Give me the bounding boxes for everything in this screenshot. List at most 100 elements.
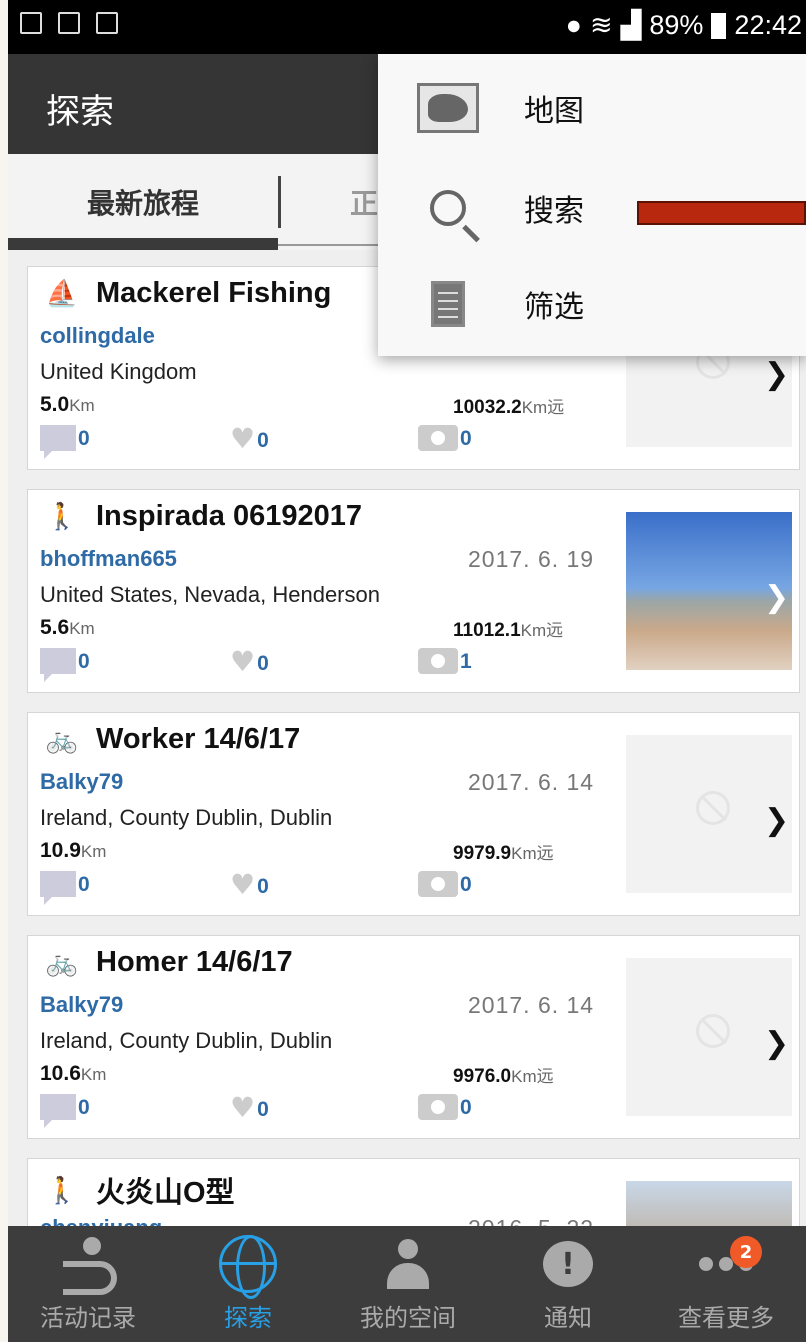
trip-title: Mackerel Fishing	[96, 277, 332, 309]
nav-activity-log[interactable]: 活动记录	[8, 1226, 168, 1342]
search-icon	[430, 190, 466, 226]
fishing-icon: ⛵	[45, 278, 79, 308]
trip-date: 2017. 6. 19	[468, 546, 595, 572]
status-bar: ● ≋ ▟ 89% 22:42	[8, 0, 806, 54]
menu-item-filter[interactable]: 筛选	[378, 254, 806, 354]
trip-location: United Kingdom	[40, 359, 197, 384]
trip-location: Ireland, County Dublin, Dublin	[40, 1028, 333, 1053]
trip-away-distance: 10032.2Km远	[453, 397, 565, 418]
comment-icon	[40, 1094, 76, 1128]
trip-away-distance: 11012.1Km远	[453, 620, 564, 641]
photo-count[interactable]: 0	[418, 871, 472, 897]
menu-item-label: 搜索	[524, 194, 584, 229]
nav-label: 通知	[544, 1304, 592, 1332]
heart-icon: ♥	[230, 645, 256, 678]
chevron-right-icon[interactable]: ❯	[764, 1026, 789, 1061]
comment-icon	[40, 425, 76, 459]
person-icon	[387, 1239, 429, 1289]
like-count[interactable]: ♥ 0	[230, 648, 269, 676]
menu-item-map[interactable]: 地图	[378, 58, 806, 158]
trip-title: 火炎山O型	[96, 1177, 235, 1209]
gallery-notification-icon	[20, 12, 42, 34]
trip-user[interactable]: chenyiuang	[40, 1215, 162, 1226]
trip-user[interactable]: Balky79	[40, 769, 123, 795]
route-icon	[63, 1237, 117, 1295]
nav-more[interactable]: 查看更多	[646, 1226, 806, 1342]
chevron-right-icon[interactable]: ❯	[764, 357, 789, 392]
trip-card[interactable]: 🚶 火炎山O型 chenyiuang 2016. 5. 22	[27, 1158, 800, 1226]
like-count[interactable]: ♥ 0	[230, 871, 269, 899]
comment-icon	[40, 871, 76, 905]
cycling-icon: 🚲	[45, 947, 79, 977]
like-count[interactable]: ♥ 0	[230, 425, 269, 453]
heart-icon: ♥	[230, 868, 256, 901]
nav-my-space[interactable]: 我的空间	[328, 1226, 488, 1342]
tab-latest-trips[interactable]: 最新旅程	[8, 154, 278, 250]
signal-icon: ▟	[620, 10, 642, 40]
trip-title: Worker 14/6/17	[96, 723, 301, 755]
hiking-icon: 🚶	[45, 1174, 79, 1205]
cycling-icon: 🚲	[45, 724, 79, 754]
nav-label: 查看更多	[678, 1304, 774, 1332]
comment-count[interactable]: 0	[40, 1094, 90, 1128]
trip-date: 2017. 6. 14	[468, 769, 595, 795]
trip-card[interactable]: 🚲 Worker 14/6/17 Balky79 2017. 6. 14 Ire…	[27, 712, 800, 916]
walking-icon: 🚶	[45, 501, 79, 531]
trip-away-distance: 9976.0Km远	[453, 1066, 554, 1087]
app-notification-icon	[96, 12, 118, 34]
battery-icon	[711, 12, 727, 39]
chevron-right-icon[interactable]: ❯	[764, 803, 789, 838]
tab-indicator	[8, 238, 278, 250]
wifi-icon: ≋	[589, 10, 613, 40]
nav-label: 探索	[224, 1304, 272, 1332]
like-count[interactable]: ♥ 0	[230, 1094, 269, 1122]
no-image-icon	[696, 791, 730, 825]
comment-count[interactable]: 0	[40, 425, 90, 459]
trip-list[interactable]: ⛵ Mackerel Fishing collingdale United Ki…	[8, 250, 806, 1226]
map-icon	[417, 83, 479, 133]
menu-item-label: 地图	[524, 94, 584, 129]
chevron-right-icon[interactable]: ❯	[764, 580, 789, 615]
bottom-nav: 活动记录 探索 我的空间 ! 通知 查看更多	[8, 1226, 806, 1342]
trip-away-distance: 9979.9Km远	[453, 843, 554, 864]
annotation-marker	[637, 201, 806, 225]
trip-location: United States, Nevada, Henderson	[40, 582, 380, 607]
trip-photo-thumbnail[interactable]	[626, 1181, 792, 1226]
camera-icon	[418, 871, 458, 897]
trip-card[interactable]: 🚶 Inspirada 06192017 bhoffman665 2017. 6…	[27, 489, 800, 693]
trip-card[interactable]: 🚲 Homer 14/6/17 Balky79 2017. 6. 14 Irel…	[27, 935, 800, 1139]
clock: 22:42	[734, 10, 802, 40]
trip-title: Homer 14/6/17	[96, 946, 293, 978]
page-title: 探索	[46, 92, 114, 132]
trip-distance: 5.0Km	[40, 393, 95, 416]
camera-icon	[418, 1094, 458, 1120]
trip-distance: 5.6Km	[40, 616, 95, 639]
nav-explore[interactable]: 探索	[168, 1226, 328, 1342]
heart-icon: ♥	[230, 1091, 256, 1124]
nav-label: 活动记录	[40, 1304, 136, 1332]
globe-icon	[219, 1235, 277, 1299]
trip-user[interactable]: bhoffman665	[40, 546, 177, 572]
filter-icon	[431, 281, 465, 327]
photo-count[interactable]: 0	[418, 1094, 472, 1120]
photo-count[interactable]: 1	[418, 648, 472, 674]
comment-count[interactable]: 0	[40, 871, 90, 905]
camera-icon	[418, 425, 458, 451]
trip-title: Inspirada 06192017	[96, 500, 363, 532]
nav-notifications[interactable]: ! 通知	[488, 1226, 648, 1342]
comment-count[interactable]: 0	[40, 648, 90, 682]
trip-user[interactable]: collingdale	[40, 323, 155, 349]
menu-item-label: 筛选	[524, 290, 584, 325]
notification-badge: 2	[730, 1236, 762, 1268]
photo-count[interactable]: 0	[418, 425, 472, 451]
trip-user[interactable]: Balky79	[40, 992, 123, 1018]
no-image-icon	[696, 1014, 730, 1048]
battery-percent: 89%	[649, 10, 704, 40]
location-icon: ●	[565, 10, 582, 40]
mail-notification-icon	[58, 12, 80, 34]
trip-distance: 10.6Km	[40, 1062, 107, 1085]
heart-icon: ♥	[230, 422, 256, 455]
trip-date: 2017. 6. 14	[468, 992, 595, 1018]
nav-label: 我的空间	[360, 1304, 456, 1332]
trip-date: 2016. 5. 22	[468, 1215, 594, 1226]
